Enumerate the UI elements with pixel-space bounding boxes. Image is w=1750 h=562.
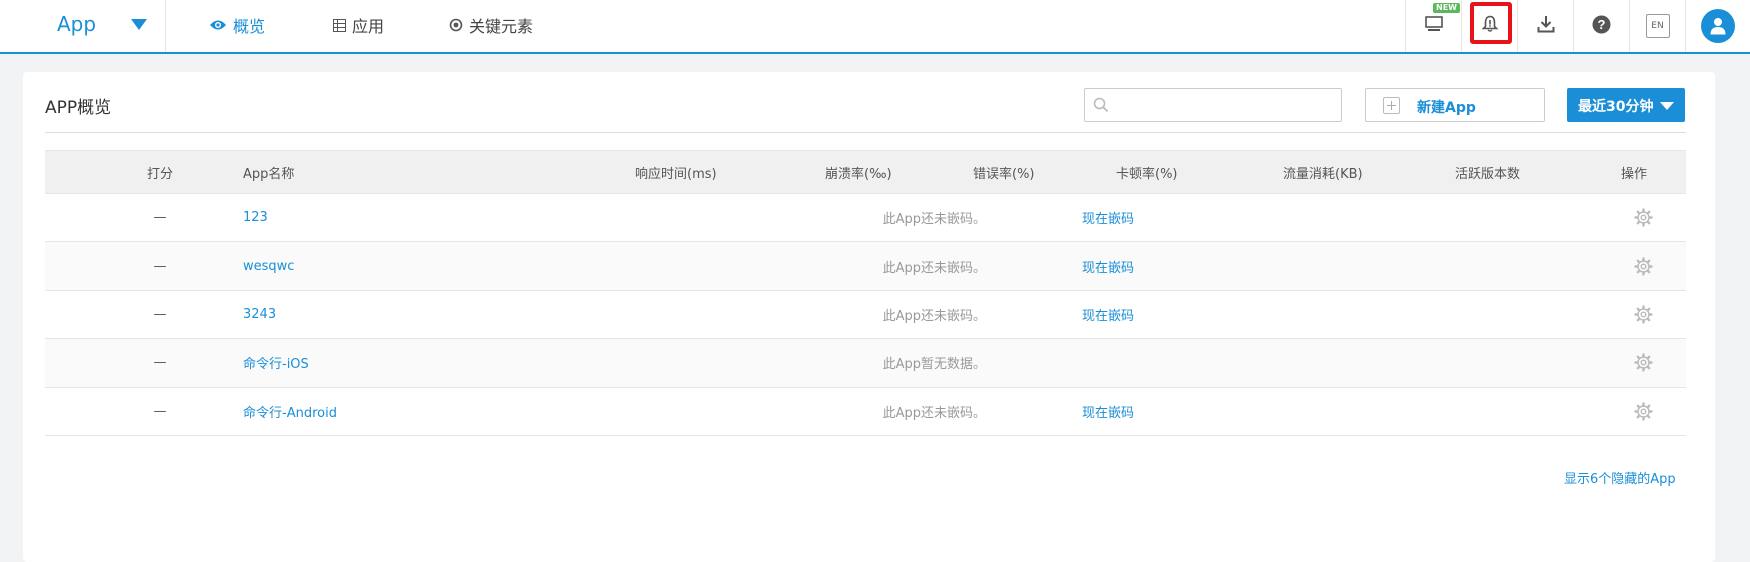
download-button[interactable]: [1517, 0, 1573, 52]
gear-icon[interactable]: [1634, 242, 1653, 289]
column-header-crash-rate: 崩溃率(‰): [825, 166, 892, 182]
status-message: 此App还未嵌码。: [882, 308, 986, 324]
nav-tab-key-elements-label: 关键元素: [469, 17, 534, 36]
status-message: 此App暂无数据。: [882, 357, 986, 373]
column-header-app-name: App名称: [243, 166, 295, 182]
status-message: 此App还未嵌码。: [882, 260, 986, 276]
download-icon: [1537, 15, 1555, 37]
language-icon: EN: [1645, 14, 1670, 38]
time-range-label: 最近30分钟: [1578, 99, 1654, 115]
nav-tab-overview[interactable]: 概览: [209, 14, 265, 36]
embed-now-link[interactable]: 现在嵌码: [1082, 291, 1134, 338]
table-row: — wesqwc 此App还未嵌码。 现在嵌码: [45, 242, 1686, 291]
embed-now-link[interactable]: 现在嵌码: [1082, 242, 1134, 289]
alerts-button[interactable]: [1461, 0, 1517, 52]
new-badge: NEW: [1433, 3, 1460, 13]
gear-icon[interactable]: [1634, 388, 1653, 435]
app-switcher-title[interactable]: App: [57, 12, 96, 36]
help-icon: ?: [1592, 15, 1611, 38]
status-message: 此App还未嵌码。: [882, 212, 986, 228]
gear-icon[interactable]: [1634, 339, 1653, 386]
table-header: 打分 App名称 响应时间(ms) 崩溃率(‰) 错误率(%) 卡顿率(%) 流…: [45, 150, 1686, 194]
highlight-box: [1470, 2, 1512, 44]
table-row: — 命令行-Android 此App还未嵌码。 现在嵌码: [45, 388, 1686, 436]
app-name-link[interactable]: wesqwc: [243, 242, 294, 289]
show-hidden-apps-link[interactable]: 显示6个隐藏的App: [1564, 468, 1676, 487]
score-cell: —: [153, 258, 167, 274]
help-button[interactable]: ?: [1573, 0, 1629, 52]
column-header-lag-rate: 卡顿率(%): [1116, 166, 1178, 182]
column-header-score: 打分: [146, 166, 173, 182]
table-row: — 3243 此App还未嵌码。 现在嵌码: [45, 291, 1686, 340]
divider: [45, 132, 1686, 133]
app-overview-panel: APP概览 新建App 最近30分钟 打分 App名称 响应时间(ms) 崩溃率…: [23, 72, 1715, 562]
status-message: 此App还未嵌码。: [882, 405, 986, 421]
list-icon: [333, 18, 346, 32]
embed-now-link[interactable]: 现在嵌码: [1082, 194, 1134, 241]
search-icon: [1093, 97, 1109, 117]
app-name-link[interactable]: 3243: [243, 291, 276, 338]
user-menu-button[interactable]: [1685, 0, 1750, 52]
embed-now-link[interactable]: 现在嵌码: [1082, 388, 1134, 435]
table-row: — 123 此App还未嵌码。 现在嵌码: [45, 194, 1686, 243]
app-name-link[interactable]: 命令行-Android: [243, 388, 337, 435]
score-cell: —: [153, 403, 167, 419]
monitor-button[interactable]: NEW: [1405, 0, 1461, 52]
monitor-icon: [1424, 16, 1443, 36]
search-input[interactable]: [1115, 93, 1335, 117]
score-cell: —: [153, 355, 167, 371]
nav-tab-key-elements[interactable]: 关键元素: [449, 14, 533, 36]
page-title: APP概览: [45, 98, 112, 118]
language-button[interactable]: EN: [1629, 0, 1685, 52]
column-header-response-time: 响应时间(ms): [635, 166, 717, 182]
gear-icon[interactable]: [1634, 194, 1653, 241]
column-header-error-rate: 错误率(%): [973, 166, 1035, 182]
app-name-link[interactable]: 123: [243, 194, 268, 241]
nav-tab-apps[interactable]: 应用: [333, 14, 384, 36]
score-cell: —: [153, 210, 167, 226]
plus-square-icon: [1383, 97, 1400, 114]
app-switcher[interactable]: App: [0, 0, 166, 52]
new-app-button[interactable]: 新建App: [1365, 88, 1545, 122]
gear-icon[interactable]: [1634, 291, 1653, 338]
eye-icon: [209, 19, 227, 31]
app-table: 打分 App名称 响应时间(ms) 崩溃率(‰) 错误率(%) 卡顿率(%) 流…: [45, 150, 1686, 436]
search-box[interactable]: [1084, 88, 1342, 122]
table-row: — 命令行-iOS 此App暂无数据。: [45, 339, 1686, 388]
score-cell: —: [153, 306, 167, 322]
nav-tab-overview-label: 概览: [233, 17, 266, 36]
nav-tab-apps-label: 应用: [352, 17, 385, 36]
caret-down-icon[interactable]: [131, 19, 147, 30]
user-icon: [1701, 9, 1735, 43]
top-navigation-bar: App 概览 应用 关键元素 NEW ? EN: [0, 0, 1750, 54]
new-app-button-label: 新建App: [1417, 100, 1476, 116]
time-range-dropdown[interactable]: 最近30分钟: [1567, 88, 1685, 122]
column-header-actions: 操作: [1621, 166, 1648, 182]
svg-text:?: ?: [1598, 17, 1606, 32]
caret-down-icon: [1660, 102, 1674, 110]
column-header-traffic: 流量消耗(KB): [1283, 166, 1363, 182]
column-header-active-versions: 活跃版本数: [1455, 166, 1521, 182]
app-name-link[interactable]: 命令行-iOS: [243, 339, 309, 386]
target-icon: [449, 18, 463, 32]
